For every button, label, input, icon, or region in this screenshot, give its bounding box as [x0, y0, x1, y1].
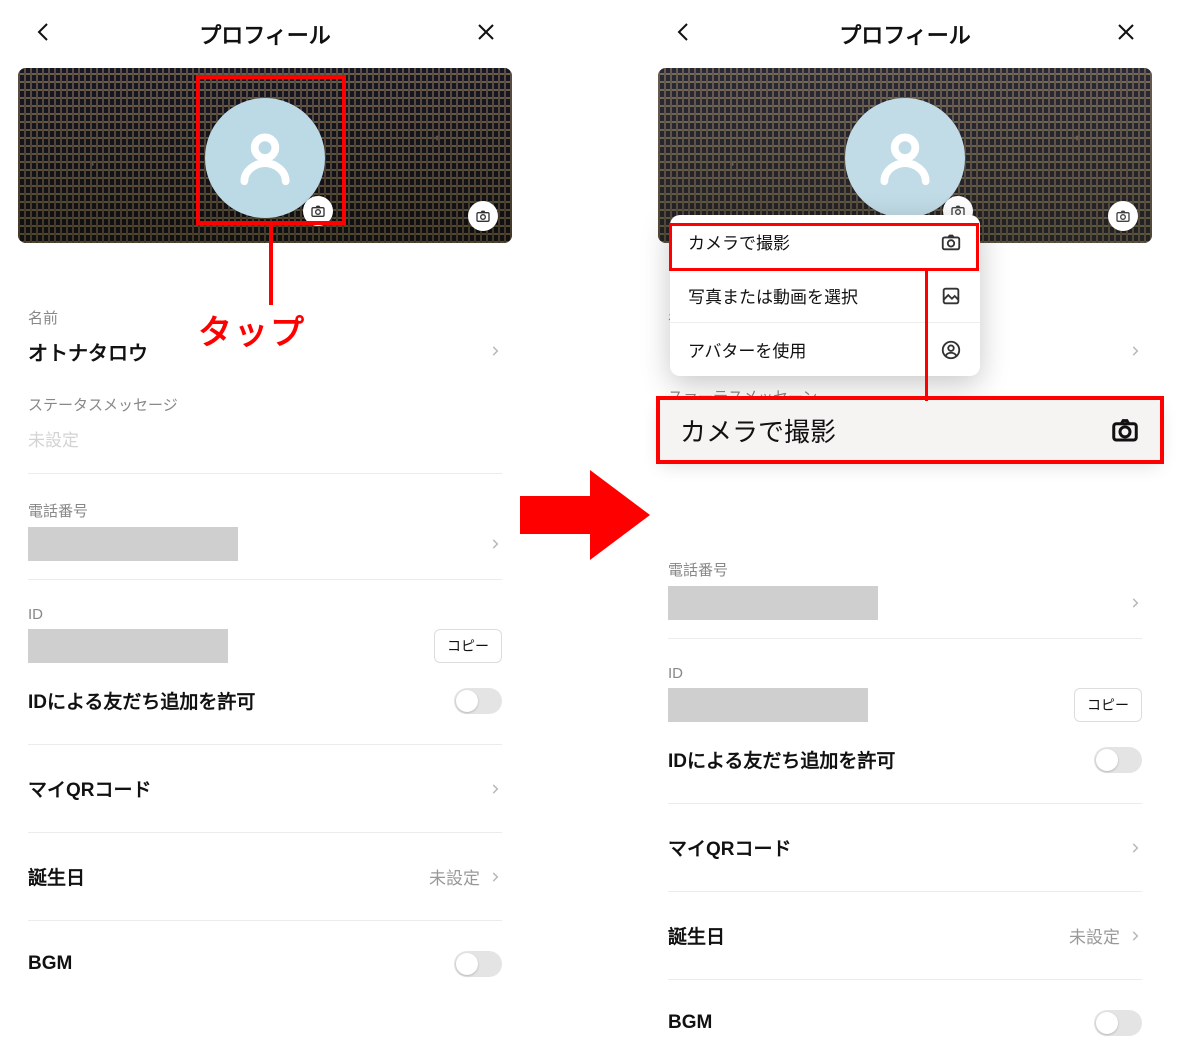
option-select-label: 写真または動画を選択: [688, 283, 858, 308]
page-title: プロフィール: [199, 18, 331, 50]
chevron-right-icon: [488, 782, 502, 796]
allow-add-label: IDによる友だち追加を許可: [668, 746, 895, 773]
screen-after: プロフィール カメラで撮影 写真または動画を選択: [650, 0, 1160, 1048]
status-value: 未設定: [28, 426, 79, 451]
toggle-bgm[interactable]: [454, 951, 502, 977]
birthday-label: 誕生日: [28, 863, 85, 890]
chevron-right-icon: [488, 344, 502, 358]
label-phone: 電話番号: [668, 559, 1142, 580]
camera-icon[interactable]: [1108, 201, 1138, 231]
chevron-right-icon: [1128, 929, 1142, 943]
row-birthday[interactable]: 誕生日 未設定: [668, 910, 1142, 961]
annotation-line: [269, 225, 273, 305]
label-status: ステータスメッセージ: [28, 394, 502, 415]
copy-button[interactable]: コピー: [434, 629, 502, 663]
chevron-right-icon: [488, 870, 502, 884]
row-qr[interactable]: マイQRコード: [668, 822, 1142, 873]
row-allow-add: IDによる友だち追加を許可: [668, 734, 1142, 785]
id-redacted: [28, 629, 228, 663]
annotation-arrow-right: [520, 470, 650, 560]
birthday-label: 誕生日: [668, 922, 725, 949]
row-bgm: BGM: [668, 998, 1142, 1048]
row-phone[interactable]: [28, 527, 502, 561]
chevron-right-icon: [1128, 596, 1142, 610]
annotation-tap: タップ: [198, 305, 306, 354]
chevron-right-icon: [1128, 344, 1142, 358]
name-value: オトナタロウ: [28, 337, 148, 366]
qr-label: マイQRコード: [668, 834, 792, 861]
phone-redacted: [28, 527, 238, 561]
annotation-highlight-avatar: [196, 75, 346, 225]
id-redacted: [668, 688, 868, 722]
toggle-bgm[interactable]: [1094, 1010, 1142, 1036]
option-avatar-label: アバターを使用: [688, 337, 806, 362]
chevron-right-icon: [488, 537, 502, 551]
camera-icon[interactable]: [468, 201, 498, 231]
avatar-icon: [940, 339, 962, 361]
row-allow-add: IDによる友だち追加を許可: [28, 675, 502, 726]
copy-button[interactable]: コピー: [1074, 688, 1142, 722]
birthday-value: 未設定: [1069, 923, 1120, 948]
annotation-connector: [925, 271, 928, 401]
row-qr[interactable]: マイQRコード: [28, 763, 502, 814]
label-phone: 電話番号: [28, 500, 502, 521]
bgm-label: BGM: [28, 953, 72, 975]
row-id: コピー: [28, 629, 502, 663]
toggle-allow-add[interactable]: [454, 688, 502, 714]
row-birthday[interactable]: 誕生日 未設定: [28, 851, 502, 902]
row-status[interactable]: 未設定: [28, 421, 502, 455]
row-id: コピー: [668, 688, 1142, 722]
close-icon[interactable]: [1114, 20, 1138, 49]
header: プロフィール: [650, 0, 1160, 62]
page-title: プロフィール: [839, 18, 971, 50]
label-id: ID: [28, 606, 502, 623]
birthday-value: 未設定: [429, 864, 480, 889]
annotation-highlight-enlarged: [656, 396, 1164, 464]
photo-icon: [940, 285, 962, 307]
chevron-right-icon: [1128, 841, 1142, 855]
label-id: ID: [668, 665, 1142, 682]
bgm-label: BGM: [668, 1012, 712, 1034]
screen-before: プロフィール 名前 オトナタロウ ステータスメッセージ: [10, 0, 520, 1048]
option-select-media[interactable]: 写真または動画を選択: [670, 268, 980, 322]
row-phone[interactable]: [668, 586, 1142, 620]
header: プロフィール: [10, 0, 520, 62]
row-bgm: BGM: [28, 939, 502, 989]
close-icon[interactable]: [474, 20, 498, 49]
option-use-avatar[interactable]: アバターを使用: [670, 322, 980, 376]
phone-redacted: [668, 586, 878, 620]
allow-add-label: IDによる友だち追加を許可: [28, 687, 255, 714]
qr-label: マイQRコード: [28, 775, 152, 802]
annotation-highlight-camera-option: [669, 223, 979, 271]
back-icon[interactable]: [672, 20, 696, 49]
toggle-allow-add[interactable]: [1094, 747, 1142, 773]
back-icon[interactable]: [32, 20, 56, 49]
